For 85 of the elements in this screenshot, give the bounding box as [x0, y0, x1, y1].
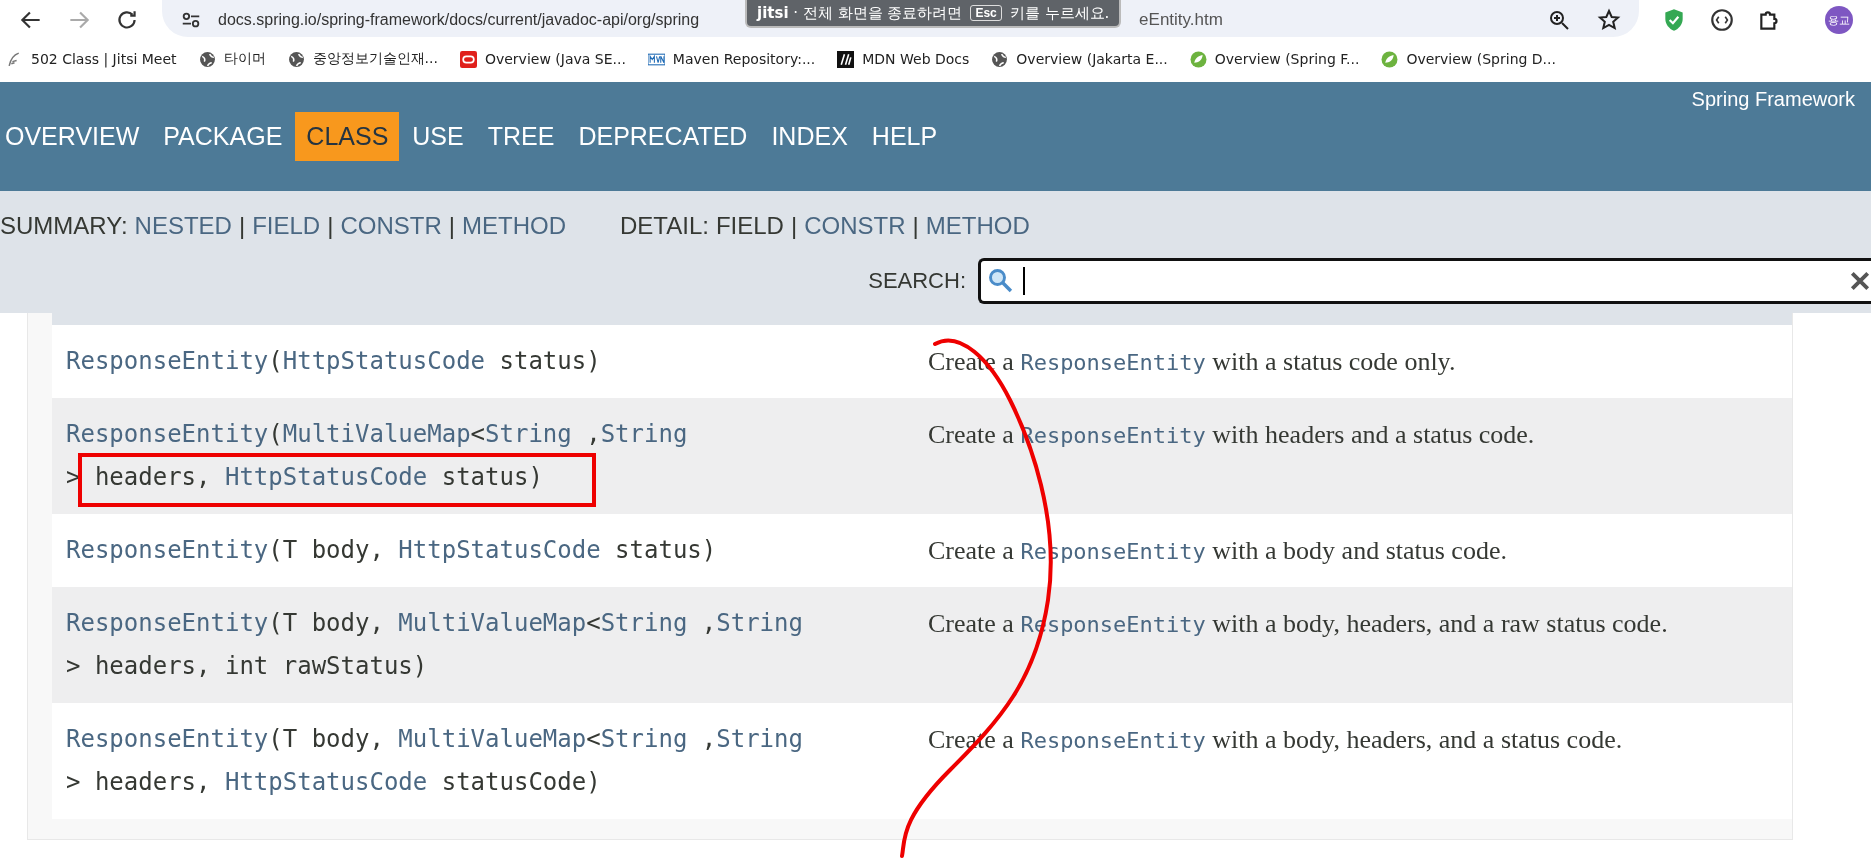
mdn-icon: [837, 50, 855, 68]
summary-link[interactable]: FIELD: [252, 211, 321, 240]
globe-icon: [287, 50, 305, 68]
type-link[interactable]: ResponseEntity: [66, 536, 269, 564]
summary-text: |: [238, 211, 246, 240]
detail-link[interactable]: CONSTR: [804, 211, 906, 240]
summary-text: SUMMARY:: [0, 211, 128, 240]
signature-text: <: [470, 420, 486, 448]
detail-text: |: [790, 211, 798, 240]
bookmark[interactable]: 중앙정보기술인재...: [287, 50, 438, 68]
nav-tab[interactable]: INDEX: [760, 112, 859, 161]
signature-text: status): [440, 463, 543, 491]
clear-icon[interactable]: [1849, 270, 1871, 292]
globe-icon: [991, 50, 1009, 68]
signature-text: > headers, int rawStatus): [66, 652, 428, 680]
leaf-icon: [1189, 50, 1207, 68]
nav-tab[interactable]: HELP: [860, 112, 949, 161]
signature-text: (T body,: [268, 609, 385, 637]
type-link[interactable]: String: [600, 725, 688, 753]
summary-text: |: [327, 211, 334, 240]
url-text: docs.spring.io/spring-framework/docs/current/javadoc-api/org/spring: [218, 10, 700, 29]
type-link[interactable]: String: [600, 609, 688, 637]
signature-text: status): [614, 536, 717, 564]
extension-icon[interactable]: [1709, 7, 1735, 33]
oracle-icon: [459, 50, 477, 68]
signature-text: > headers,: [66, 768, 212, 796]
type-link[interactable]: ResponseEntity: [66, 725, 269, 753]
signature-text: (: [268, 420, 283, 448]
type-link[interactable]: HttpStatusCode: [398, 536, 601, 564]
signature-text: status): [498, 347, 601, 375]
search-field[interactable]: [978, 258, 1871, 304]
type-link[interactable]: ResponseEntity: [66, 609, 269, 637]
type-link[interactable]: MultiValueMap: [398, 725, 587, 753]
signature-text: (T body,: [268, 725, 385, 753]
bookmark[interactable]: Overview (Spring F...: [1189, 50, 1360, 68]
summary-link[interactable]: METHOD: [462, 211, 566, 240]
profile-avatar[interactable]: 용교: [1825, 6, 1853, 34]
detail-text: FIELD: [715, 211, 784, 240]
type-link[interactable]: MultiValueMap: [398, 609, 587, 637]
bookmark[interactable]: Maven Repository:...: [647, 50, 816, 68]
notice-text: jitsi · 전체 화면을 종료하려면: [757, 3, 963, 23]
summary-link[interactable]: NESTED: [134, 211, 232, 240]
signature-text: <: [586, 725, 601, 753]
type-link[interactable]: ResponseEntity: [66, 420, 269, 448]
search-icon: [987, 267, 1015, 295]
notice-text: 키를 누르세요.: [1009, 3, 1110, 23]
type-link[interactable]: ResponseEntity: [66, 347, 269, 375]
detail-text: |: [912, 211, 919, 240]
search-label: SEARCH:: [868, 268, 966, 294]
url-text: eEntity.htm: [1139, 9, 1223, 30]
detail-text: DETAIL:: [620, 211, 709, 240]
nav-tab[interactable]: USE: [401, 112, 475, 161]
nav-tab[interactable]: DEPRECATED: [567, 112, 759, 161]
signature-text: <: [586, 609, 601, 637]
type-link[interactable]: String: [716, 609, 803, 637]
bookmark[interactable]: Overview (Jakarta E...: [991, 50, 1168, 68]
nav-tab[interactable]: PACKAGE: [152, 112, 294, 161]
brand-title: Spring Framework: [1691, 88, 1855, 111]
summary-text: |: [448, 211, 455, 240]
signature-text: (: [268, 347, 283, 375]
signature-text: (T body,: [268, 536, 385, 564]
signature-text: statusCode): [440, 768, 601, 796]
type-link[interactable]: String: [485, 420, 572, 448]
type-link[interactable]: HttpStatusCode: [224, 768, 428, 796]
summary-link[interactable]: CONSTR: [340, 211, 442, 240]
bookmark[interactable]: 502 Class | Jitsi Meet: [6, 50, 177, 68]
nav-tab[interactable]: OVERVIEW: [0, 112, 151, 161]
signature-text: ,: [585, 420, 601, 448]
type-link[interactable]: MultiValueMap: [282, 420, 471, 448]
detail-link[interactable]: METHOD: [925, 211, 1030, 240]
signature-text: ,: [700, 725, 717, 753]
type-link[interactable]: HttpStatusCode: [224, 463, 428, 491]
nav-tab[interactable]: TREE: [476, 112, 566, 161]
nav-tab[interactable]: CLASS: [295, 112, 400, 161]
key-badge: Esc: [970, 5, 1002, 21]
globe-icon: [198, 50, 216, 68]
type-link[interactable]: String: [716, 725, 803, 753]
leaf-icon: [1381, 50, 1399, 68]
bookmark[interactable]: Overview (Spring D...: [1381, 50, 1556, 68]
signature-text: ,: [700, 609, 717, 637]
bookmark[interactable]: 타이머: [198, 50, 266, 68]
type-link[interactable]: String: [600, 420, 688, 448]
type-link[interactable]: HttpStatusCode: [282, 347, 486, 375]
bookmark[interactable]: Overview (Java SE...: [459, 50, 626, 68]
bookmark[interactable]: MDN Web Docs: [837, 50, 970, 68]
